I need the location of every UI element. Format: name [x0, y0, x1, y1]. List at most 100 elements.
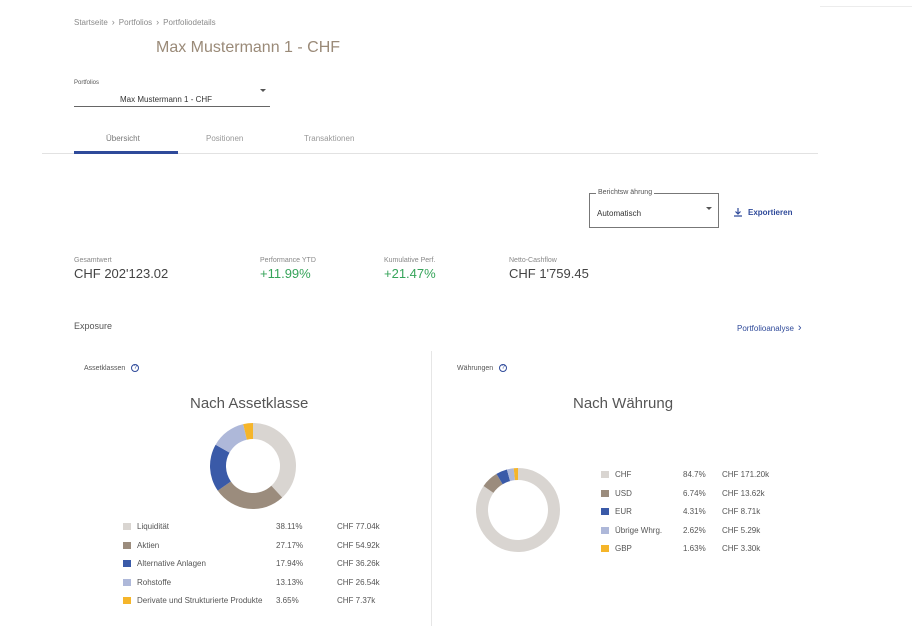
legend-row: Aktien 27.17% CHF 54.92k [123, 541, 423, 551]
export-label: Exportieren [748, 207, 793, 217]
legend-amount: CHF 8.71k [722, 507, 761, 516]
legend-percent: 2.62% [683, 525, 706, 535]
legend-percent: 84.7% [683, 470, 706, 479]
legend-swatch [123, 523, 131, 530]
asset-chart-title: Nach Assetklasse [190, 395, 309, 412]
legend-name: USD [615, 488, 632, 498]
kpi-value: +21.47% [384, 266, 436, 281]
exposure-heading: Exposure [74, 321, 113, 331]
asset-class-legend: Liquidität 38.11% CHF 77.04k Aktien 27.17% CH… [123, 522, 423, 612]
kpi-label: Kumulative Perf. [384, 257, 436, 264]
legend-name: CHF [615, 470, 632, 479]
currency-donut-chart [476, 468, 560, 552]
legend-row: EUR 4.31% CHF 8.71k [601, 507, 841, 517]
chevron-right-icon: › [797, 322, 802, 334]
portfolio-dropdown[interactable]: Portfolios Max Mustermann 1 - CHF [74, 80, 270, 107]
kpi-net-cashflow: Netto-Cashflow CHF 1'759.45 [509, 257, 589, 281]
currency-chart-title: Nach Währung [573, 395, 674, 412]
breadcrumb-portfolios[interactable]: Portfolios [119, 18, 152, 27]
legend-swatch [601, 545, 609, 552]
asset-class-donut-chart [210, 423, 296, 509]
kpi-performance-ytd: Performance YTD +11.99% [260, 257, 316, 281]
legend-name: Derivate und Strukturierte Produkte [137, 596, 263, 605]
legend-row: CHF 84.7% CHF 171.20k [601, 470, 841, 480]
legend-name: Liquidität [137, 522, 170, 531]
kpi-label: Netto-Cashflow [509, 257, 557, 264]
legend-row: Alternative Anlagen 17.94% CHF 36.26k [123, 559, 423, 569]
legend-amount: CHF 5.29k [722, 525, 761, 535]
legend-row: Liquidität 38.11% CHF 77.04k [123, 522, 423, 532]
panel-divider [431, 351, 432, 626]
legend-amount: CHF 36.26k [337, 559, 380, 568]
legend-name: GBP [615, 544, 632, 553]
legend-row: Derivate und Strukturierte Produkte 3.65%… [123, 596, 423, 606]
kpi-total-value: Gesamtwert CHF 202'123.02 [74, 257, 168, 281]
legend-swatch [123, 560, 131, 567]
asset-classes-label: Assetklassen [84, 364, 126, 372]
reporting-currency-dropdown[interactable]: Berichtsw ährung Automatisch [589, 189, 719, 228]
legend-swatch [123, 597, 131, 604]
kpi-label: Performance YTD [260, 257, 316, 264]
tab-positionen[interactable]: Positionen [206, 134, 243, 143]
asset-class-slice-0[interactable] [253, 423, 296, 498]
active-tab-indicator [74, 151, 178, 154]
caret-down-icon [706, 207, 712, 210]
legend-percent: 4.31% [683, 507, 706, 516]
currencies-label: Währungen [457, 364, 494, 372]
legend-swatch [601, 508, 609, 515]
reporting-currency-label: Berichtsw ährung [596, 189, 655, 196]
currencies-section-label: Währungen ? [457, 364, 508, 372]
legend-percent: 13.13% [276, 577, 304, 587]
legend-percent: 38.11% [276, 522, 303, 531]
tab-uebersicht[interactable]: Übersicht [106, 134, 140, 143]
legend-row: USD 6.74% CHF 13.62k [601, 489, 841, 499]
help-icon[interactable]: ? [131, 364, 140, 372]
top-divider [820, 6, 912, 7]
legend-percent: 6.74% [683, 488, 706, 498]
legend-swatch [601, 489, 609, 497]
legend-name: Rohstoffe [137, 577, 172, 587]
kpi-value: CHF 1'759.45 [509, 266, 589, 281]
legend-name: Übrige Whrg. [615, 525, 663, 535]
help-icon[interactable]: ? [499, 364, 508, 372]
legend-amount: CHF 3.30k [722, 544, 761, 553]
portfolio-dropdown-label: Portfolios [74, 80, 100, 86]
legend-amount: CHF 26.54k [337, 577, 380, 587]
legend-row: Übrige Whrg. 2.62% CHF 5.29k [601, 526, 841, 536]
breadcrumb: Startseite › Portfolios › Portfoliodetai… [74, 17, 216, 27]
legend-name: Aktien [137, 540, 160, 550]
breadcrumb-home[interactable]: Startseite [74, 18, 108, 27]
tab-transaktionen[interactable]: Transaktionen [304, 134, 354, 143]
legend-amount: CHF 7.37k [337, 596, 376, 605]
legend-row: Rohstoffe 13.13% CHF 26.54k [123, 578, 423, 588]
legend-percent: 27.17% [276, 540, 304, 550]
legend-percent: 17.94% [276, 559, 304, 568]
legend-name: EUR [615, 507, 632, 516]
kpi-cumulative-performance: Kumulative Perf. +21.47% [384, 257, 436, 281]
export-button[interactable]: Exportieren [733, 207, 792, 217]
tab-bar: Übersicht Positionen Transaktionen [42, 124, 818, 154]
legend-amount: CHF 13.62k [722, 488, 765, 498]
reporting-currency-value: Automatisch [597, 209, 642, 218]
chevron-right-icon: › [156, 17, 160, 27]
portfolio-dropdown-value: Max Mustermann 1 - CHF [120, 95, 213, 104]
legend-percent: 3.65% [276, 596, 299, 605]
kpi-label: Gesamtwert [74, 257, 112, 264]
legend-percent: 1.63% [683, 544, 706, 553]
legend-name: Alternative Anlagen [137, 559, 206, 568]
legend-row: GBP 1.63% CHF 3.30k [601, 544, 841, 554]
caret-down-icon [260, 89, 266, 92]
kpi-value: CHF 202'123.02 [74, 266, 169, 281]
download-icon [734, 208, 742, 217]
portfolio-analysis-label: Portfolioanalyse [737, 323, 794, 333]
legend-swatch [601, 526, 609, 534]
legend-swatch [601, 471, 609, 478]
kpi-value: +11.99% [260, 266, 311, 281]
breadcrumb-current: Portfoliodetails [163, 17, 216, 27]
legend-amount: CHF 54.92k [337, 540, 380, 550]
asset-classes-section-label: Assetklassen ? [84, 364, 140, 372]
page-title: Max Mustermann 1 - CHF [156, 39, 341, 56]
portfolio-analysis-link[interactable]: Portfolioanalyse › [737, 322, 802, 334]
currency-legend: CHF 84.7% CHF 171.20k USD 6.74% CHF 13.62k EUR… [601, 470, 841, 560]
legend-swatch [123, 541, 131, 549]
